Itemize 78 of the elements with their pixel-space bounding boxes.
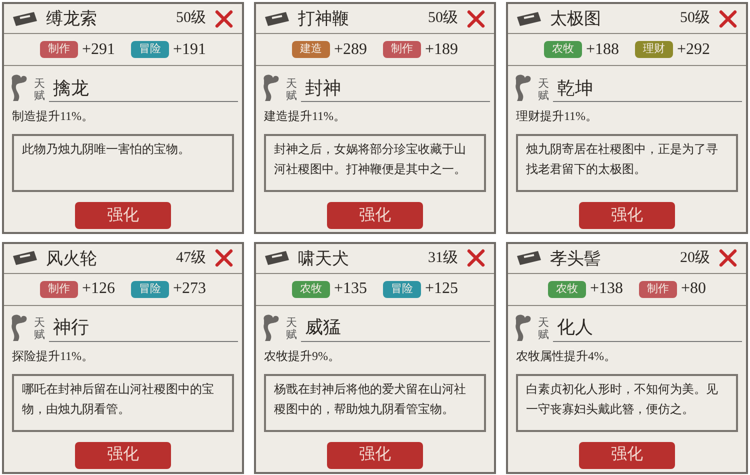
scroll-icon	[264, 10, 290, 26]
talent-label: 天赋	[286, 78, 297, 102]
attribute-tag: 冒险	[383, 280, 421, 298]
attribute-value: +138	[590, 279, 623, 299]
talent-name: 封神	[301, 76, 490, 102]
talent-name: 威猛	[301, 316, 490, 342]
upgrade-button[interactable]: 强化	[327, 202, 423, 229]
upgrade-button[interactable]: 强化	[75, 202, 171, 229]
description-box: 杨戬在封神后将他的爱犬留在山河社稷图中的，帮助烛九阴看管宝物。	[264, 374, 486, 432]
attribute-value: +291	[82, 40, 115, 60]
description-box: 此物乃烛九阴唯一害怕的宝物。	[12, 134, 234, 192]
item-name: 打神鞭	[298, 10, 349, 27]
attribute-value: +191	[173, 40, 206, 60]
attribute-value: +292	[677, 40, 710, 60]
upgrade-button[interactable]: 强化	[579, 442, 675, 468]
description-box: 哪吒在封神后留在山河社稷图中的宝物，由烛九阴看管。	[12, 374, 234, 432]
attribute-tag: 制作	[40, 280, 78, 298]
talent-label: 天赋	[286, 317, 297, 342]
upgrade-button[interactable]: 强化	[75, 442, 171, 468]
talent-effect: 建造提升11%。	[263, 108, 347, 124]
talent-name: 化人	[553, 316, 742, 342]
attribute-value: +80	[681, 279, 706, 299]
item-level: 50级	[428, 11, 458, 26]
description-box: 封神之后，女娲将部分珍宝收藏于山河社稷图中。打神鞭便是其中之一。	[264, 134, 486, 192]
talent-name: 乾坤	[553, 76, 742, 102]
attribute-tag: 建造	[292, 41, 330, 58]
attribute-value: +289	[334, 40, 367, 60]
attribute-value: +188	[586, 40, 619, 60]
talent-effect: 理财提升11%。	[515, 108, 599, 124]
attribute-tag: 制作	[383, 41, 421, 58]
scroll-icon	[12, 250, 38, 266]
talent-label: 天赋	[538, 317, 549, 342]
talent-effect: 探险提升11%。	[11, 348, 95, 364]
item-name: 啸天犬	[298, 250, 349, 266]
upgrade-button[interactable]: 强化	[327, 442, 423, 468]
item-name: 太极图	[550, 10, 601, 27]
attribute-tag: 冒险	[131, 280, 169, 298]
attribute-tag: 农牧	[544, 41, 582, 58]
upgrade-button[interactable]: 强化	[579, 202, 675, 229]
attribute-value: +125	[425, 279, 458, 299]
item-level: 50级	[176, 11, 206, 26]
scroll-icon	[264, 250, 290, 266]
attribute-value: +189	[425, 40, 458, 60]
item-level: 31级	[428, 250, 458, 266]
attribute-value: +135	[334, 279, 367, 299]
attribute-tag: 理财	[635, 41, 673, 58]
close-button[interactable]	[718, 248, 738, 268]
talent-effect: 农牧属性提升4%。	[515, 348, 617, 364]
talent-label: 天赋	[34, 78, 45, 102]
close-button[interactable]	[718, 8, 738, 28]
description-box: 烛九阴寄居在社稷图中，正是为了寻找老君留下的太极图。	[516, 134, 738, 192]
item-name: 缚龙索	[46, 10, 97, 27]
talent-name: 擒龙	[49, 76, 238, 102]
scroll-icon	[516, 10, 542, 26]
item-level: 20级	[680, 250, 710, 266]
talent-label: 天赋	[34, 317, 45, 342]
talent-effect: 制造提升11%。	[11, 108, 95, 124]
item-name: 风火轮	[46, 250, 97, 266]
talent-label: 天赋	[538, 78, 549, 102]
description-box: 白素贞初化人形时，不知何为美。见一守丧寡妇头戴此簪，便仿之。	[516, 374, 738, 432]
scroll-icon	[12, 10, 38, 26]
attribute-value: +273	[173, 279, 206, 299]
item-level: 47级	[176, 250, 206, 266]
attribute-tag: 农牧	[292, 280, 330, 298]
attribute-value: +126	[82, 279, 115, 299]
attribute-tag: 制作	[639, 280, 677, 298]
close-button[interactable]	[466, 248, 486, 268]
talent-effect: 农牧提升9%。	[263, 348, 341, 364]
attribute-tag: 冒险	[131, 41, 169, 58]
close-button[interactable]	[466, 8, 486, 28]
talent-name: 神行	[49, 316, 238, 342]
item-level: 50级	[680, 11, 710, 26]
close-button[interactable]	[214, 248, 234, 268]
item-name: 孝头髻	[550, 250, 601, 266]
attribute-tag: 制作	[40, 41, 78, 58]
attribute-tag: 农牧	[548, 280, 586, 298]
close-button[interactable]	[214, 8, 234, 28]
scroll-icon	[516, 250, 542, 266]
